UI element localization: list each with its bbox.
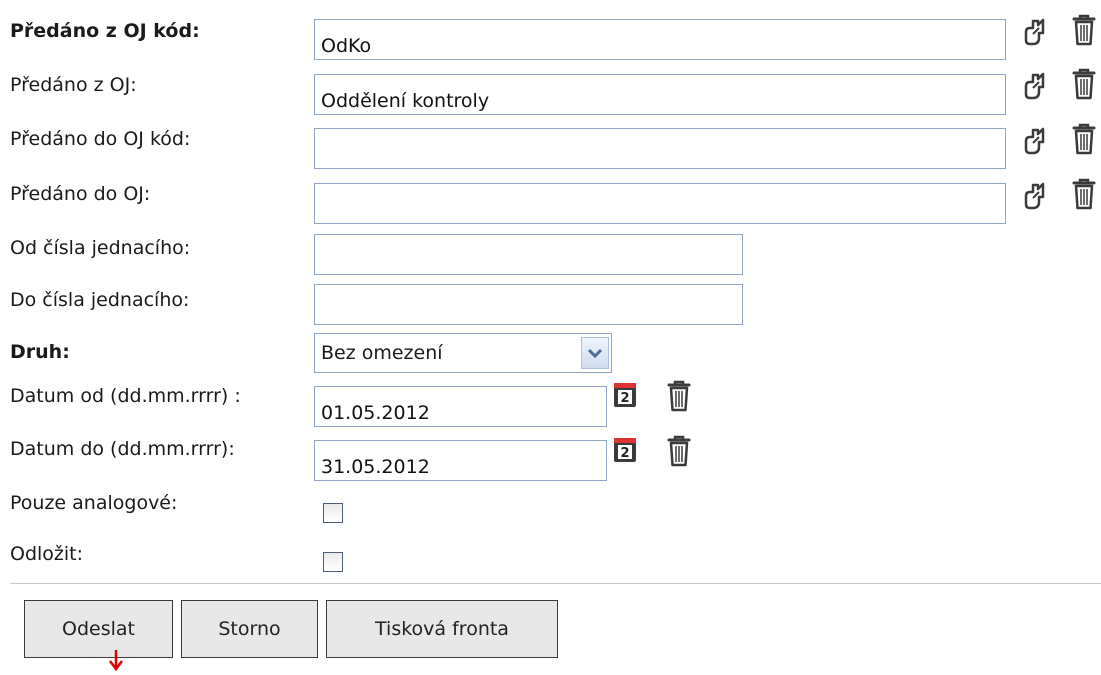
to-unit-code-input[interactable] xyxy=(314,128,1006,169)
field-label-ref-to: Do čísla jednacího: xyxy=(10,289,190,311)
calendar-date-from-icon[interactable]: 2 xyxy=(612,380,638,410)
field-label-from-unit: Předáno z OJ: xyxy=(10,74,137,96)
from-unit-code-input[interactable]: OdKo xyxy=(314,19,1006,60)
postpone-checkbox[interactable] xyxy=(323,552,343,572)
field-label-to-unit: Předáno do OJ: xyxy=(10,183,151,205)
clear-from-unit-icon[interactable] xyxy=(1071,67,1097,101)
type-select-dropdown-button[interactable] xyxy=(581,337,609,369)
select-to-unit-code-icon[interactable] xyxy=(1022,122,1048,156)
calendar-day-text: 2 xyxy=(620,446,629,461)
date-from-input[interactable]: 01.05.2012 xyxy=(314,386,607,427)
field-label-from-unit-code: Předáno z OJ kód: xyxy=(10,20,200,42)
ref-number-to-input[interactable] xyxy=(314,284,743,325)
type-select[interactable]: Bez omezení xyxy=(314,333,612,373)
field-label-type: Druh: xyxy=(10,341,70,363)
field-label-to-unit-code: Předáno do OJ kód: xyxy=(10,128,191,150)
clear-date-to-icon[interactable] xyxy=(666,434,692,468)
field-label-date-from: Datum od (dd.mm.rrrr) : xyxy=(10,385,241,407)
print-queue-button[interactable]: Tisková fronta xyxy=(326,600,558,658)
date-to-input[interactable]: 31.05.2012 xyxy=(314,440,607,481)
red-arrow-icon xyxy=(109,650,123,672)
select-from-unit-icon[interactable] xyxy=(1022,67,1048,101)
cancel-button[interactable]: Storno xyxy=(181,600,318,658)
chevron-down-icon xyxy=(587,348,603,359)
field-label-analog-only: Pouze analogové: xyxy=(10,492,178,514)
to-unit-input[interactable] xyxy=(314,183,1006,224)
clear-from-unit-code-icon[interactable] xyxy=(1071,13,1097,47)
type-select-value: Bez omezení xyxy=(321,342,443,364)
divider xyxy=(10,583,1101,584)
clear-to-unit-icon[interactable] xyxy=(1071,177,1097,211)
submit-button[interactable]: Odeslat xyxy=(24,600,173,658)
calendar-day-text: 2 xyxy=(620,391,629,406)
analog-only-checkbox[interactable] xyxy=(323,503,343,523)
select-from-unit-code-icon[interactable] xyxy=(1022,13,1048,47)
ref-number-from-input[interactable] xyxy=(314,234,743,275)
clear-date-from-icon[interactable] xyxy=(666,379,692,413)
select-to-unit-icon[interactable] xyxy=(1022,177,1048,211)
field-label-postpone: Odložit: xyxy=(10,543,84,565)
clear-to-unit-code-icon[interactable] xyxy=(1071,122,1097,156)
field-label-ref-from: Od čísla jednacího: xyxy=(10,237,191,259)
calendar-date-to-icon[interactable]: 2 xyxy=(612,435,638,465)
from-unit-input[interactable]: Oddělení kontroly xyxy=(314,74,1006,115)
field-label-date-to: Datum do (dd.mm.rrrr): xyxy=(10,438,235,460)
